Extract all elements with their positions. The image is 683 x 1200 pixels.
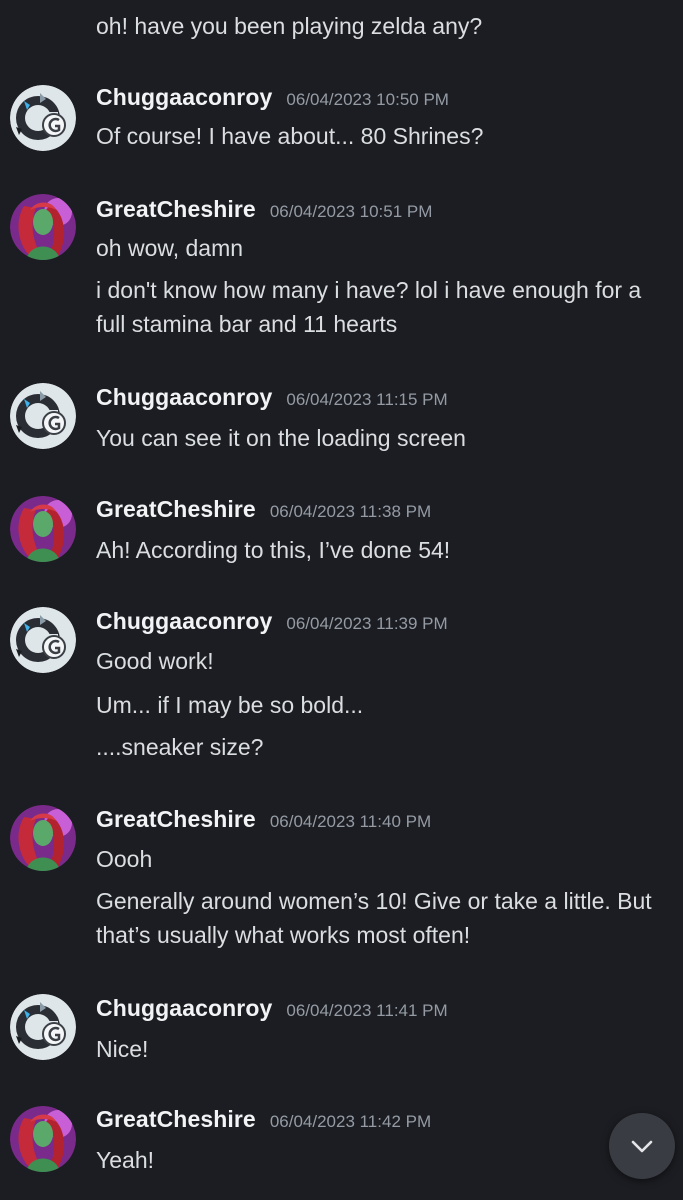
greatcheshire-avatar-icon — [10, 805, 76, 871]
chevron-down-icon — [631, 1140, 653, 1153]
timestamp: 06/04/2023 11:42 PM — [269, 1112, 432, 1131]
message-text: Nice! — [96, 1036, 149, 1062]
timestamp: 06/04/2023 11:41 PM — [286, 1001, 448, 1020]
greatcheshire-avatar-icon — [10, 1106, 76, 1172]
message-header: Chuggaaconroy 06/04/2023 10:50 PM — [96, 84, 449, 114]
username[interactable]: Chuggaaconroy — [96, 84, 272, 111]
timestamp: 06/04/2023 10:50 PM — [286, 90, 449, 109]
username[interactable]: GreatCheshire — [96, 496, 256, 523]
jump-to-present-button[interactable] — [609, 1113, 675, 1179]
message-text: Of course! I have about... 80 Shrines? — [96, 123, 484, 149]
greatcheshire-avatar-icon — [10, 194, 76, 260]
avatar[interactable] — [10, 85, 76, 151]
message-text: Good work! — [96, 648, 214, 674]
message-text: i don't know how many i have? lol i have… — [96, 277, 642, 337]
timestamp: 06/04/2023 11:39 PM — [286, 614, 448, 633]
timestamp: 06/04/2023 11:38 PM — [269, 502, 432, 521]
avatar[interactable] — [10, 383, 76, 449]
chuggaaconroy-avatar-icon — [10, 607, 76, 673]
avatar[interactable] — [10, 194, 76, 260]
message-header: Chuggaaconroy 06/04/2023 11:41 PM — [96, 995, 448, 1025]
avatar[interactable] — [10, 805, 76, 871]
message-text: Generally around women’s 10! Give or tak… — [96, 888, 652, 948]
message-text: Yeah! — [96, 1147, 154, 1173]
message-text: Um... if I may be so bold... — [96, 692, 364, 718]
chuggaaconroy-avatar-icon — [10, 85, 76, 151]
message-text: Oooh — [96, 846, 153, 872]
message-header: GreatCheshire 06/04/2023 10:51 PM — [96, 196, 432, 226]
message-text: oh! have you been playing zelda any? — [96, 13, 483, 39]
chuggaaconroy-avatar-icon — [10, 994, 76, 1060]
username[interactable]: GreatCheshire — [96, 196, 256, 223]
avatar[interactable] — [10, 496, 76, 562]
username[interactable]: Chuggaaconroy — [96, 608, 272, 635]
chat-message-list[interactable]: oh! have you been playing zelda any? Chu… — [0, 0, 683, 1200]
timestamp: 06/04/2023 11:15 PM — [286, 390, 448, 409]
message-header: Chuggaaconroy 06/04/2023 11:39 PM — [96, 608, 448, 638]
message-header: GreatCheshire 06/04/2023 11:40 PM — [96, 806, 431, 836]
avatar[interactable] — [10, 1106, 76, 1172]
avatar[interactable] — [10, 994, 76, 1060]
message-header: GreatCheshire 06/04/2023 11:38 PM — [96, 496, 431, 526]
greatcheshire-avatar-icon — [10, 496, 76, 562]
avatar[interactable] — [10, 607, 76, 673]
timestamp: 06/04/2023 10:51 PM — [269, 202, 433, 221]
username[interactable]: GreatCheshire — [96, 806, 256, 833]
message-header: Chuggaaconroy 06/04/2023 11:15 PM — [96, 384, 448, 414]
timestamp: 06/04/2023 11:40 PM — [269, 812, 432, 831]
message-text: oh wow, damn — [96, 235, 244, 261]
username[interactable]: Chuggaaconroy — [96, 384, 272, 411]
message-text: You can see it on the loading screen — [96, 425, 466, 451]
username[interactable]: GreatCheshire — [96, 1106, 256, 1133]
message-header: GreatCheshire 06/04/2023 11:42 PM — [96, 1106, 431, 1136]
chuggaaconroy-avatar-icon — [10, 383, 76, 449]
message-text: Ah! According to this, I’ve done 54! — [96, 537, 451, 563]
username[interactable]: Chuggaaconroy — [96, 995, 272, 1022]
message-text: ....sneaker size? — [96, 734, 264, 760]
